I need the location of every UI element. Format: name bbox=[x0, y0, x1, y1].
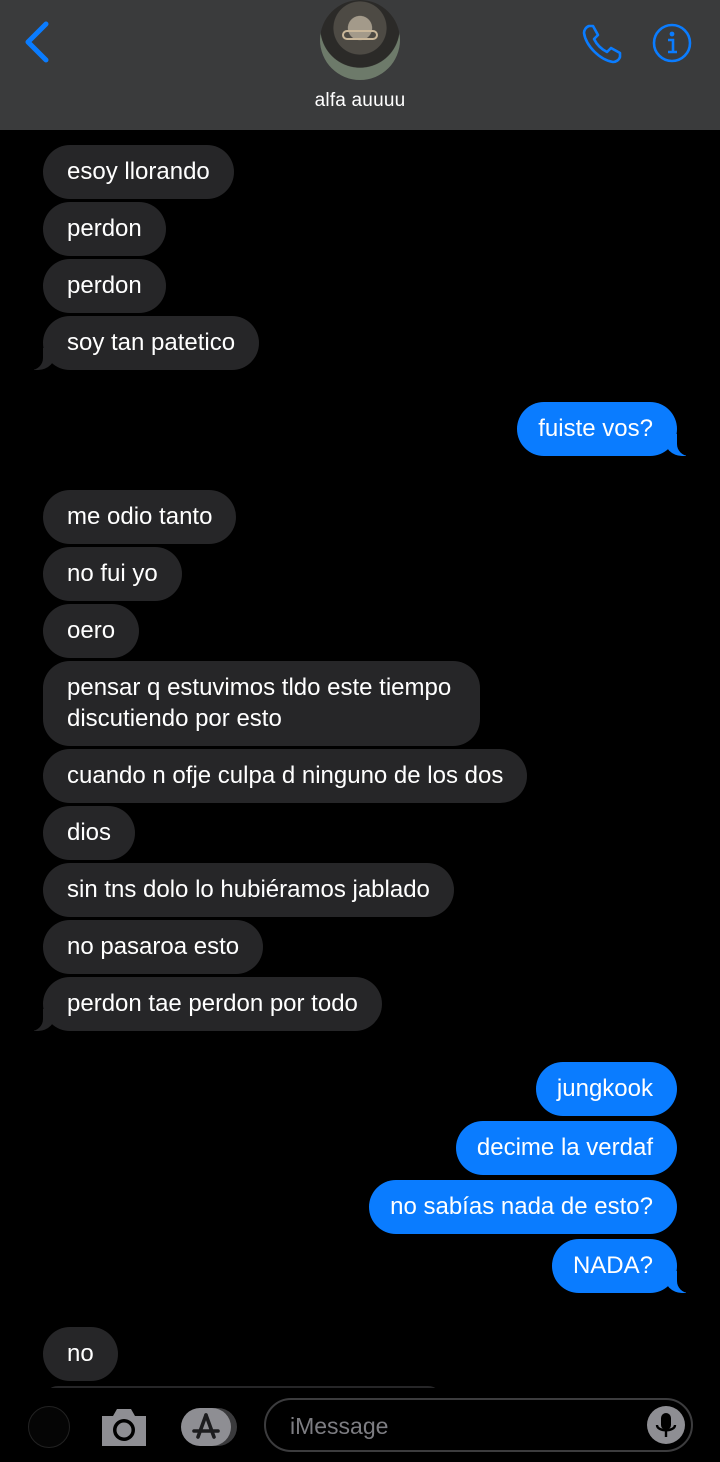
conversation-header: alfa auuuu bbox=[0, 0, 720, 130]
contact-name[interactable]: alfa auuuu bbox=[0, 90, 720, 112]
imessage-field[interactable] bbox=[264, 1398, 693, 1452]
incoming-message[interactable]: cuando n ofje culpa d ninguno de los dos bbox=[43, 749, 528, 803]
outgoing-message[interactable]: fuiste vos? bbox=[517, 402, 697, 456]
outgoing-message[interactable]: NADA? bbox=[551, 1239, 698, 1293]
outgoing-message[interactable]: jungkook bbox=[535, 1062, 677, 1116]
info-button[interactable] bbox=[652, 23, 692, 63]
dictation-button[interactable] bbox=[647, 1406, 685, 1444]
message-input-bar bbox=[0, 1388, 720, 1462]
back-button[interactable] bbox=[18, 20, 58, 64]
apps-button[interactable] bbox=[180, 1407, 238, 1447]
contact-avatar[interactable] bbox=[320, 0, 400, 80]
microphone-icon bbox=[655, 1413, 677, 1437]
camera-button[interactable] bbox=[100, 1406, 148, 1448]
incoming-message[interactable]: perdon tae perdon por todo bbox=[23, 977, 382, 1031]
incoming-message[interactable]: no pasaroa esto bbox=[43, 920, 264, 974]
call-button[interactable] bbox=[580, 22, 626, 66]
info-icon bbox=[652, 23, 692, 63]
incoming-message[interactable]: perdon bbox=[43, 259, 166, 313]
message-thread: esoy llorando perdon perdon soy tan pate… bbox=[0, 130, 720, 1388]
incoming-message[interactable]: perdon bbox=[43, 202, 166, 256]
incoming-message[interactable]: no fui yo bbox=[43, 547, 182, 601]
incoming-message[interactable]: pensar q estuvimos tldo este tiempo disc… bbox=[43, 661, 480, 746]
app-store-icon bbox=[181, 1408, 237, 1446]
incoming-message[interactable]: esoy llorando bbox=[43, 145, 234, 199]
camera-icon bbox=[102, 1409, 146, 1446]
incoming-message[interactable]: sin tns dolo lo hubiéramos jablado bbox=[43, 863, 454, 917]
incoming-message[interactable]: oero bbox=[43, 604, 140, 658]
imessage-screen: alfa auuuu esoy llorando perdon perdon s… bbox=[0, 0, 720, 1462]
chevron-left-icon bbox=[25, 21, 49, 63]
incoming-message[interactable]: soy tan patetico bbox=[22, 316, 260, 370]
phone-icon bbox=[582, 24, 622, 64]
imessage-input[interactable] bbox=[288, 1408, 632, 1444]
incoming-message[interactable]: no bbox=[43, 1327, 118, 1381]
incoming-message[interactable]: me odio tanto bbox=[43, 490, 237, 544]
outgoing-message[interactable]: decime la verdaf bbox=[455, 1121, 677, 1175]
incoming-message[interactable]: dios bbox=[43, 806, 136, 860]
drawer-button[interactable] bbox=[28, 1406, 70, 1448]
outgoing-message[interactable]: no sabías nada de esto? bbox=[369, 1180, 677, 1234]
